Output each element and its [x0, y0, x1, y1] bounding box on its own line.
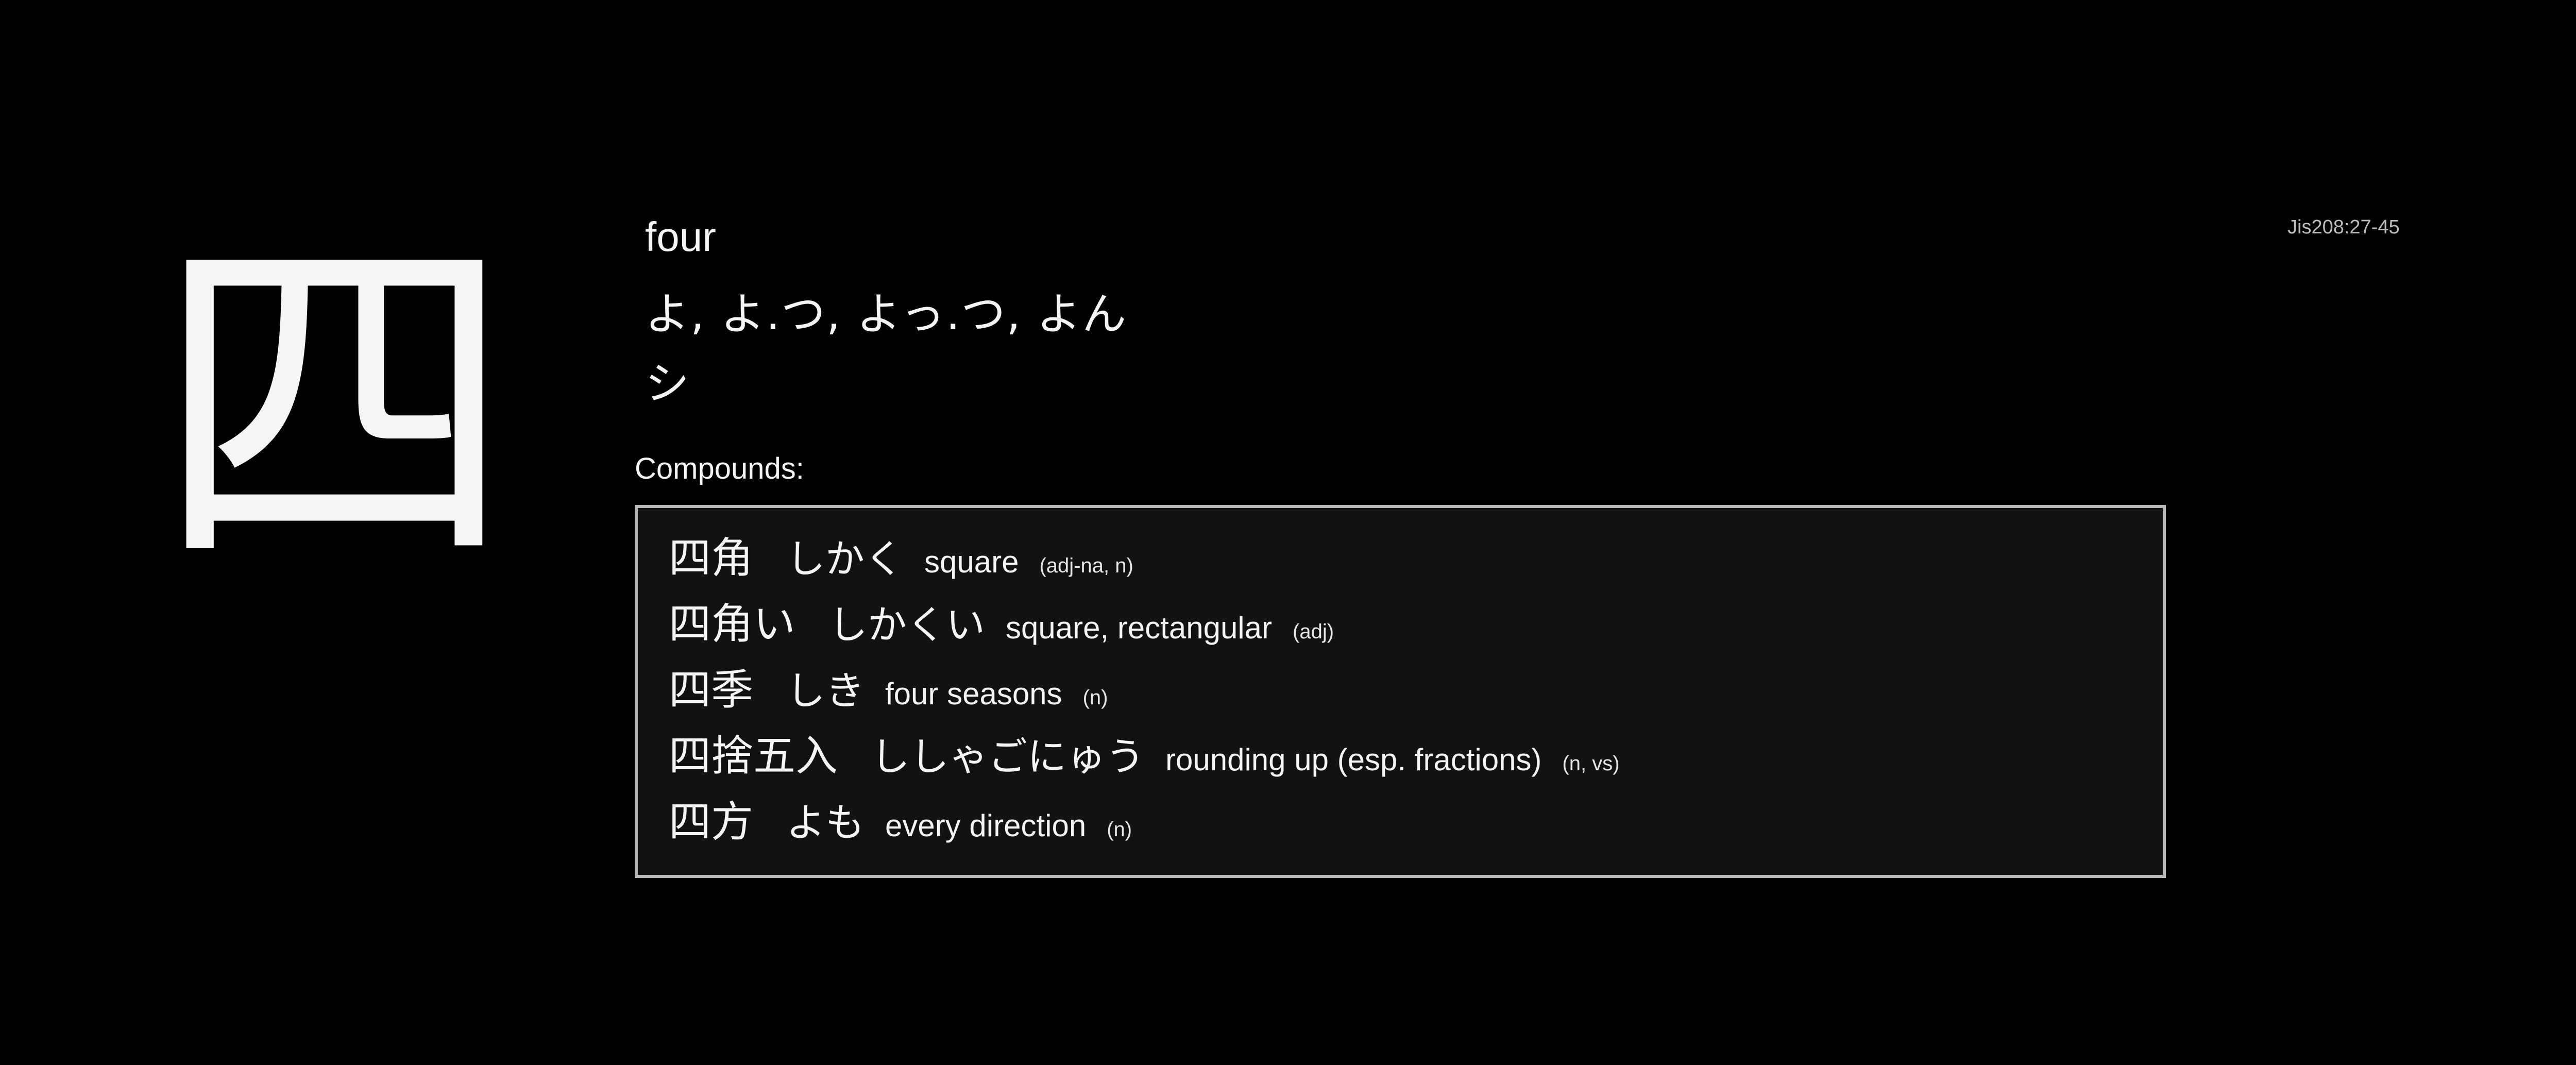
compound-pos: (n): [1107, 818, 1132, 841]
kanji-meaning: four: [645, 214, 716, 260]
list-item: 四方 よも every direction (n): [669, 787, 2163, 853]
kanji-character: 四: [155, 197, 515, 617]
compound-gloss: four seasons: [885, 677, 1062, 711]
compound-word: 四角い: [669, 600, 796, 649]
compound-reading: しかくい: [828, 602, 986, 648]
compound-gloss: rounding up (esp. fractions): [1165, 742, 1542, 777]
list-item: 四角 しかく square (adj-na, n): [669, 523, 2163, 589]
compound-pos: (n): [1082, 686, 1108, 709]
compounds-list: 四角 しかく square (adj-na, n) 四角い しかくい squar…: [635, 505, 2166, 878]
compound-pos: (n, vs): [1562, 752, 1620, 775]
compound-word: 四角: [669, 534, 754, 583]
compound-reading: よも: [786, 800, 865, 846]
compound-pos: (adj-na, n): [1039, 554, 1133, 577]
compound-word: 四方: [669, 798, 754, 847]
compound-word: 四捨五入: [669, 732, 838, 781]
compound-pos: (adj): [1293, 620, 1334, 643]
compounds-heading: Compounds:: [635, 452, 804, 485]
compound-reading: しき: [786, 668, 865, 714]
compound-reading: ししゃごにゅう: [871, 734, 1145, 780]
compound-gloss: square: [924, 545, 1019, 579]
jis-code: Jis208:27-45: [2287, 216, 2400, 238]
kun-readings: よ, よ.つ, よっ.つ, よん: [645, 289, 1128, 340]
list-item: 四捨五入 ししゃごにゅう rounding up (esp. fractions…: [669, 721, 2163, 787]
list-item: 四角い しかくい square, rectangular (adj): [669, 589, 2163, 655]
compound-gloss: every direction: [885, 808, 1087, 843]
list-item: 四季 しき four seasons (n): [669, 655, 2163, 721]
compound-word: 四季: [669, 666, 754, 715]
on-readings: シ: [645, 358, 689, 410]
compound-gloss: square, rectangular: [1006, 611, 1272, 645]
compound-reading: しかく: [786, 536, 904, 582]
